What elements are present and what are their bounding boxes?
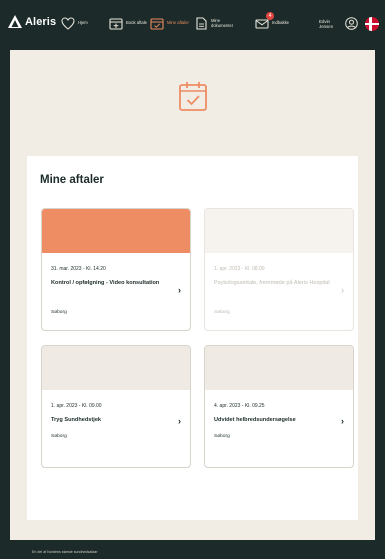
appointment-card[interactable]: 1. apr. 2023 - Kl. 08.00 Psykologsamtale… (204, 208, 354, 331)
calendar-check-icon (150, 18, 164, 30)
heart-icon (61, 17, 75, 30)
mail-icon-wrapper: 4 (255, 12, 274, 30)
calendar-plus-icon (109, 18, 123, 30)
appointment-date: 1. apr. 2023 - Kl. 08.00 (214, 266, 265, 272)
nav-item-mine-aftaler[interactable]: Mine aftaler (150, 17, 191, 30)
chevron-right-icon: › (178, 416, 181, 426)
appointment-date: 1. apr. 2023 - Kl. 09.00 (51, 403, 102, 409)
document-icon (196, 17, 207, 30)
appointment-location: Søborg (51, 310, 67, 315)
nav-label-indbakke: Indbakke (272, 20, 289, 26)
inbox-badge: 4 (266, 12, 274, 20)
aleris-logo[interactable]: Aleris (8, 15, 56, 28)
user-circle-icon[interactable] (345, 17, 358, 30)
nav-label-mine-aftaler: Mine aftaler (167, 20, 189, 26)
appointment-date: 4. apr. 2023 - Kl. 09.25 (214, 403, 265, 409)
brand-name: Aleris (25, 15, 57, 28)
appointments-panel: Mine aftaler 31. mar. 2023 - Kl. 14.20 K… (27, 156, 358, 520)
appointment-card-band (205, 346, 353, 390)
appointment-date: 31. mar. 2023 - Kl. 14.20 (51, 266, 106, 272)
nav-item-book-aftale[interactable]: Book aftale (109, 17, 150, 30)
chevron-right-icon: › (341, 285, 344, 295)
appointment-card[interactable]: 31. mar. 2023 - Kl. 14.20 Kontrol / opfø… (41, 208, 191, 331)
footer-text: En del af Nordens største sundhedsaktør (32, 550, 98, 554)
chevron-right-icon: › (341, 416, 344, 426)
appointment-location: Søborg (214, 310, 230, 315)
appointment-title: Tryg Sundhedstjek (51, 417, 102, 423)
appointment-location: Søborg (214, 434, 230, 439)
calendar-check-icon (179, 82, 207, 111)
aleris-logo-icon (8, 15, 22, 28)
nav-label-hjem: Hjem (78, 20, 88, 26)
chevron-right-icon: › (178, 285, 181, 295)
top-navigation-bar: Aleris Hjem Book aftale Mine aftaler Min… (0, 0, 385, 50)
appointment-title: Kontrol / opfølgning - Video konsultatio… (51, 280, 160, 286)
nav-item-indbakke[interactable]: 4 Indbakke (255, 12, 296, 30)
page-title: Mine aftaler (40, 174, 104, 186)
appointment-card-band (42, 346, 190, 390)
nav-item-mine-dokumenter[interactable]: Mine dokumenter (194, 17, 235, 30)
appointment-location: Søborg (51, 434, 67, 439)
appointment-card[interactable]: 4. apr. 2023 - Kl. 09.25 Udvidet helbred… (204, 345, 354, 468)
nav-label-mine-dokumenter: Mine dokumenter (211, 17, 234, 28)
user-name[interactable]: Edvin Jensen (319, 19, 339, 29)
nav-label-book-aftale: Book aftale (126, 20, 147, 26)
appointment-card-band (42, 209, 190, 253)
appointment-card[interactable]: 1. apr. 2023 - Kl. 09.00 Tryg Sundhedstj… (41, 345, 191, 468)
appointment-title: Psykologsamtale, fremmøde på Aleris Hosp… (214, 280, 330, 286)
danish-flag-icon[interactable] (365, 17, 379, 31)
main-content: Mine aftaler 31. mar. 2023 - Kl. 14.20 K… (10, 50, 375, 540)
appointment-title: Udvidet helbredsundersøgelse (214, 417, 296, 423)
nav-item-hjem[interactable]: Hjem (61, 17, 102, 30)
appointment-card-band (205, 209, 353, 253)
